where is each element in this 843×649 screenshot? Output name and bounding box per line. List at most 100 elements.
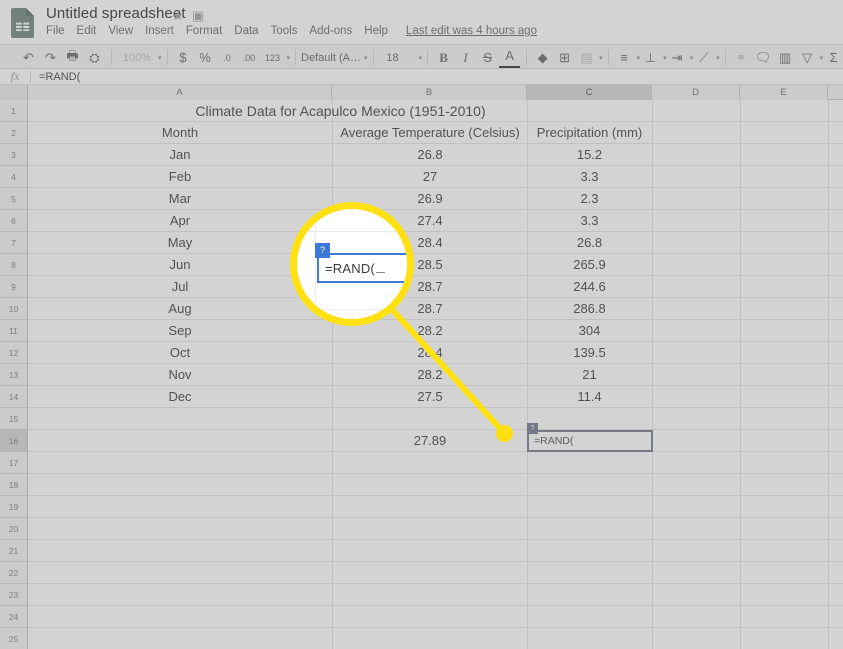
cell-month-7[interactable]: May bbox=[28, 232, 332, 253]
filter-icon[interactable]: ▽ bbox=[797, 47, 818, 68]
row-header-19[interactable]: 19 bbox=[0, 496, 28, 518]
font-chevron-down-icon[interactable]: ▾ bbox=[364, 54, 368, 62]
column-header-b[interactable]: B bbox=[332, 85, 527, 100]
cell-precipitation-11[interactable]: 304 bbox=[527, 320, 652, 341]
undo-icon[interactable]: ↶ bbox=[18, 47, 39, 68]
cell-temperature-9[interactable]: 28.7 bbox=[333, 276, 527, 297]
cell-precipitation-4[interactable]: 3.3 bbox=[527, 166, 652, 187]
row-header-7[interactable]: 7 bbox=[0, 232, 28, 254]
row-header-16[interactable]: 16 bbox=[0, 430, 28, 452]
cell-month-10[interactable]: Aug bbox=[28, 298, 332, 319]
row-header-18[interactable]: 18 bbox=[0, 474, 28, 496]
functions-icon[interactable]: Σ bbox=[823, 47, 843, 68]
cell-month-14[interactable]: Dec bbox=[28, 386, 332, 407]
menu-item-format[interactable]: Format bbox=[186, 25, 222, 37]
row-header-5[interactable]: 5 bbox=[0, 188, 28, 210]
font-family-value[interactable]: Default (Ari... bbox=[301, 52, 363, 64]
row-header-13[interactable]: 13 bbox=[0, 364, 28, 386]
row-header-11[interactable]: 11 bbox=[0, 320, 28, 342]
cell-month-11[interactable]: Sep bbox=[28, 320, 332, 341]
currency-format-icon[interactable]: $ bbox=[173, 47, 194, 68]
cell-precipitation-3[interactable]: 15.2 bbox=[527, 144, 652, 165]
menu-item-data[interactable]: Data bbox=[234, 25, 258, 37]
cell-precipitation-9[interactable]: 244.6 bbox=[527, 276, 652, 297]
column-header-a[interactable]: A bbox=[28, 85, 332, 100]
cell-month-5[interactable]: Mar bbox=[28, 188, 332, 209]
row-header-14[interactable]: 14 bbox=[0, 386, 28, 408]
percent-format-icon[interactable]: % bbox=[195, 47, 216, 68]
row-header-3[interactable]: 3 bbox=[0, 144, 28, 166]
italic-button[interactable]: I bbox=[455, 47, 476, 68]
text-wrap-icon[interactable]: ⇥ bbox=[667, 47, 688, 68]
cell-month-4[interactable]: Feb bbox=[28, 166, 332, 187]
row-header-21[interactable]: 21 bbox=[0, 540, 28, 562]
rotation-chevron-down-icon[interactable]: ▾ bbox=[716, 54, 720, 62]
cell-precipitation-8[interactable]: 265.9 bbox=[527, 254, 652, 275]
row-header-4[interactable]: 4 bbox=[0, 166, 28, 188]
row-header-15[interactable]: 15 bbox=[0, 408, 28, 430]
column-header-d[interactable]: D bbox=[652, 85, 740, 100]
menu-item-view[interactable]: View bbox=[108, 25, 133, 37]
merge-chevron-down-icon[interactable]: ▾ bbox=[599, 54, 603, 62]
menu-item-file[interactable]: File bbox=[46, 25, 65, 37]
row-header-8[interactable]: 8 bbox=[0, 254, 28, 276]
cell-precipitation-12[interactable]: 139.5 bbox=[527, 342, 652, 363]
cell-month-12[interactable]: Oct bbox=[28, 342, 332, 363]
text-color-button[interactable]: A bbox=[499, 47, 521, 68]
more-formats-label[interactable]: 123 bbox=[261, 47, 285, 68]
column-header-e[interactable]: E bbox=[740, 85, 828, 100]
menu-item-addons[interactable]: Add-ons bbox=[309, 25, 352, 37]
active-cell-editor[interactable]: =RAND(? bbox=[527, 423, 653, 452]
vertical-align-icon[interactable]: ⊥ bbox=[640, 47, 661, 68]
redo-icon[interactable]: ↷ bbox=[40, 47, 61, 68]
borders-icon[interactable]: ⊞ bbox=[554, 47, 575, 68]
last-edit-status[interactable]: Last edit was 4 hours ago bbox=[406, 25, 537, 37]
cell-temperature-average[interactable]: 27.89 bbox=[333, 430, 527, 451]
cell-temperature-4[interactable]: 27 bbox=[333, 166, 527, 187]
insert-chart-icon[interactable]: ▥ bbox=[775, 47, 796, 68]
row-header-17[interactable]: 17 bbox=[0, 452, 28, 474]
print-icon[interactable]: 🖶 bbox=[62, 47, 83, 68]
cell-area[interactable]: Climate Data for Acapulco Mexico (1951-2… bbox=[28, 100, 843, 649]
cell-temperature-11[interactable]: 28.2 bbox=[333, 320, 527, 341]
cell-temperature-10[interactable]: 28.7 bbox=[333, 298, 527, 319]
row-header-2[interactable]: 2 bbox=[0, 122, 28, 144]
row-header-22[interactable]: 22 bbox=[0, 562, 28, 584]
row-header-24[interactable]: 24 bbox=[0, 606, 28, 628]
cell-header-temperature[interactable]: Average Temperature (Celsius) bbox=[333, 122, 527, 143]
menu-item-help[interactable]: Help bbox=[364, 25, 388, 37]
cell-precipitation-10[interactable]: 286.8 bbox=[527, 298, 652, 319]
merge-cells-icon[interactable]: ▤ bbox=[576, 47, 597, 68]
bold-button[interactable]: B bbox=[433, 47, 454, 68]
cell-temperature-6[interactable]: 27.4 bbox=[333, 210, 527, 231]
insert-comment-icon[interactable]: 🗨 bbox=[753, 47, 774, 68]
cell-header-month[interactable]: Month bbox=[28, 122, 332, 143]
zoom-chevron-down-icon[interactable]: ▾ bbox=[158, 54, 162, 62]
cell-precipitation-13[interactable]: 21 bbox=[527, 364, 652, 385]
cell-temperature-13[interactable]: 28.2 bbox=[333, 364, 527, 385]
cell-month-6[interactable]: Apr bbox=[28, 210, 332, 231]
cell-temperature-12[interactable]: 28.4 bbox=[333, 342, 527, 363]
font-size-value[interactable]: 18 bbox=[379, 52, 407, 64]
paint-format-icon[interactable]: ⛭ bbox=[84, 47, 105, 68]
cell-temperature-7[interactable]: 28.4 bbox=[333, 232, 527, 253]
menu-item-tools[interactable]: Tools bbox=[271, 25, 298, 37]
row-header-10[interactable]: 10 bbox=[0, 298, 28, 320]
menu-item-edit[interactable]: Edit bbox=[77, 25, 97, 37]
formula-input[interactable]: =RAND( bbox=[31, 71, 843, 83]
decrease-decimal-icon[interactable]: .0 bbox=[217, 47, 238, 68]
row-header-20[interactable]: 20 bbox=[0, 518, 28, 540]
cell-precipitation-5[interactable]: 2.3 bbox=[527, 188, 652, 209]
cell-precipitation-7[interactable]: 26.8 bbox=[527, 232, 652, 253]
insert-link-icon[interactable]: ⚭ bbox=[731, 47, 752, 68]
cell-temperature-14[interactable]: 27.5 bbox=[333, 386, 527, 407]
cell-temperature-5[interactable]: 26.9 bbox=[333, 188, 527, 209]
cell-header-precipitation[interactable]: Precipitation (mm) bbox=[527, 122, 652, 143]
row-header-25[interactable]: 25 bbox=[0, 628, 28, 649]
cell-precipitation-14[interactable]: 11.4 bbox=[527, 386, 652, 407]
horizontal-align-icon[interactable]: ≡ bbox=[614, 47, 635, 68]
row-header-6[interactable]: 6 bbox=[0, 210, 28, 232]
star-icon[interactable]: ★ bbox=[172, 8, 184, 24]
cell-month-8[interactable]: Jun bbox=[28, 254, 332, 275]
row-header-1[interactable]: 1 bbox=[0, 100, 28, 122]
